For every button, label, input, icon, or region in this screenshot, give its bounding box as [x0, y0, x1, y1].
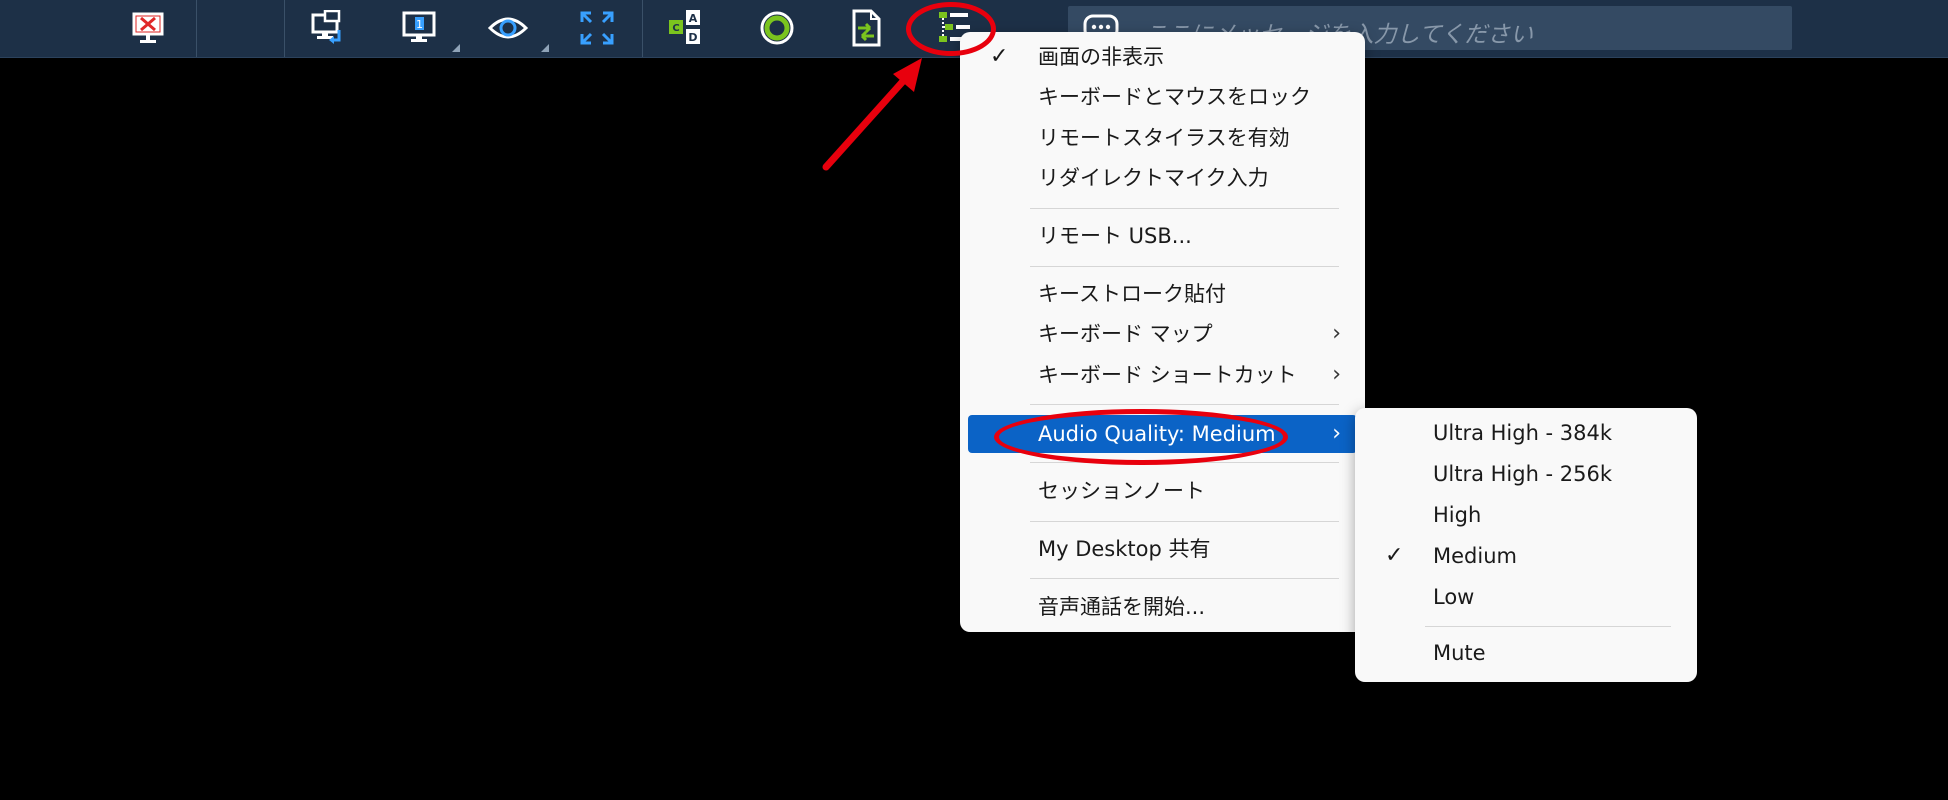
menu-item-label: リモートスタイラスを有効 — [1038, 126, 1290, 150]
submenu-item-mute[interactable]: Mute — [1363, 634, 1689, 672]
submenu-item-ultra-high-256k[interactable]: Ultra High - 256k — [1363, 455, 1689, 493]
menu-item-label: My Desktop 共有 — [1038, 537, 1211, 561]
annotation-circle-tools-button — [906, 2, 996, 56]
menu-item-label: キーボード ショートカット — [1038, 363, 1297, 387]
chevron-right-icon: › — [1332, 421, 1341, 446]
chevron-right-icon: › — [1332, 321, 1341, 346]
submenu-item-low[interactable]: Low — [1363, 578, 1689, 616]
svg-text:C: C — [672, 23, 679, 34]
audio-quality-submenu: Ultra High - 384k Ultra High - 256k High… — [1355, 408, 1697, 682]
switch-monitor-button[interactable] — [306, 6, 352, 50]
keyboard-keys-icon: C A D — [669, 10, 700, 44]
view-dropdown-caret[interactable] — [541, 44, 549, 52]
menu-item-label: 音声通話を開始... — [1038, 595, 1206, 619]
fullscreen-button[interactable] — [574, 6, 620, 50]
view-only-icon — [487, 17, 529, 39]
monitor-select-button[interactable]: 1 — [396, 6, 442, 50]
submenu-item-medium[interactable]: ✓ Medium — [1363, 537, 1689, 575]
menu-item-keyboard-shortcuts[interactable]: キーボード ショートカット › — [968, 356, 1357, 394]
menu-item-label: キーストローク貼付 — [1038, 282, 1226, 306]
close-session-button[interactable] — [125, 6, 171, 50]
menu-item-label: 画面の非表示 — [1038, 45, 1164, 69]
file-transfer-button[interactable] — [843, 6, 889, 50]
keyboard-keys-button[interactable]: C A D — [664, 6, 710, 50]
menu-item-lock-keyboard-mouse[interactable]: キーボードとマウスをロック — [968, 78, 1357, 116]
menu-item-remote-stylus[interactable]: リモートスタイラスを有効 — [968, 119, 1357, 157]
record-button[interactable] — [754, 6, 800, 50]
menu-separator — [1425, 626, 1671, 627]
menu-item-start-voice-call[interactable]: 音声通話を開始... — [968, 588, 1357, 626]
checkmark-icon: ✓ — [1385, 543, 1404, 568]
menu-item-hide-screen[interactable]: ✓ 画面の非表示 — [968, 38, 1357, 76]
submenu-item-label: Low — [1433, 585, 1475, 609]
svg-text:1: 1 — [416, 18, 423, 31]
checkmark-icon: ✓ — [990, 44, 1009, 69]
menu-item-session-notes[interactable]: セッションノート — [968, 472, 1357, 510]
menu-item-redirect-mic[interactable]: リダイレクトマイク入力 — [968, 159, 1357, 197]
submenu-item-label: Ultra High - 256k — [1433, 462, 1613, 486]
menu-item-label: リダイレクトマイク入力 — [1038, 166, 1269, 190]
menu-item-keyboard-map[interactable]: キーボード マップ › — [968, 315, 1357, 353]
file-transfer-icon — [852, 9, 881, 47]
menu-separator — [1030, 266, 1339, 267]
switch-monitor-icon — [311, 10, 341, 44]
submenu-item-high[interactable]: High — [1363, 496, 1689, 534]
svg-text:D: D — [688, 31, 697, 44]
menu-item-remote-usb[interactable]: リモート USB... — [968, 217, 1357, 255]
menu-separator — [1030, 208, 1339, 209]
submenu-item-label: Medium — [1433, 544, 1517, 568]
menu-separator — [1030, 578, 1339, 579]
submenu-item-label: Mute — [1433, 641, 1486, 665]
menu-separator — [1030, 521, 1339, 522]
monitor-dropdown-caret[interactable] — [452, 44, 460, 52]
menu-item-label: キーボードとマウスをロック — [1038, 85, 1311, 109]
menu-item-label: セッションノート — [1038, 479, 1205, 503]
view-only-button[interactable] — [485, 6, 531, 50]
submenu-item-ultra-high-384k[interactable]: Ultra High - 384k — [1363, 414, 1689, 452]
chevron-right-icon: › — [1332, 362, 1341, 387]
fullscreen-icon — [580, 11, 614, 45]
menu-separator — [1030, 404, 1339, 405]
submenu-item-label: High — [1433, 503, 1482, 527]
tools-context-menu: ✓ 画面の非表示 キーボードとマウスをロック リモートスタイラスを有効 リダイレ… — [960, 32, 1365, 632]
menu-item-label: リモート USB... — [1038, 224, 1192, 248]
menu-item-share-my-desktop[interactable]: My Desktop 共有 — [968, 530, 1357, 568]
menu-item-paste-keystrokes[interactable]: キーストローク貼付 — [968, 275, 1357, 313]
annotation-circle-audio-quality — [994, 409, 1288, 465]
svg-text:A: A — [689, 12, 698, 25]
submenu-item-label: Ultra High - 384k — [1433, 421, 1613, 445]
close-session-icon — [132, 12, 164, 43]
record-icon — [760, 11, 794, 45]
monitor-select-icon: 1 — [402, 11, 436, 42]
menu-item-label: キーボード マップ — [1038, 322, 1213, 346]
